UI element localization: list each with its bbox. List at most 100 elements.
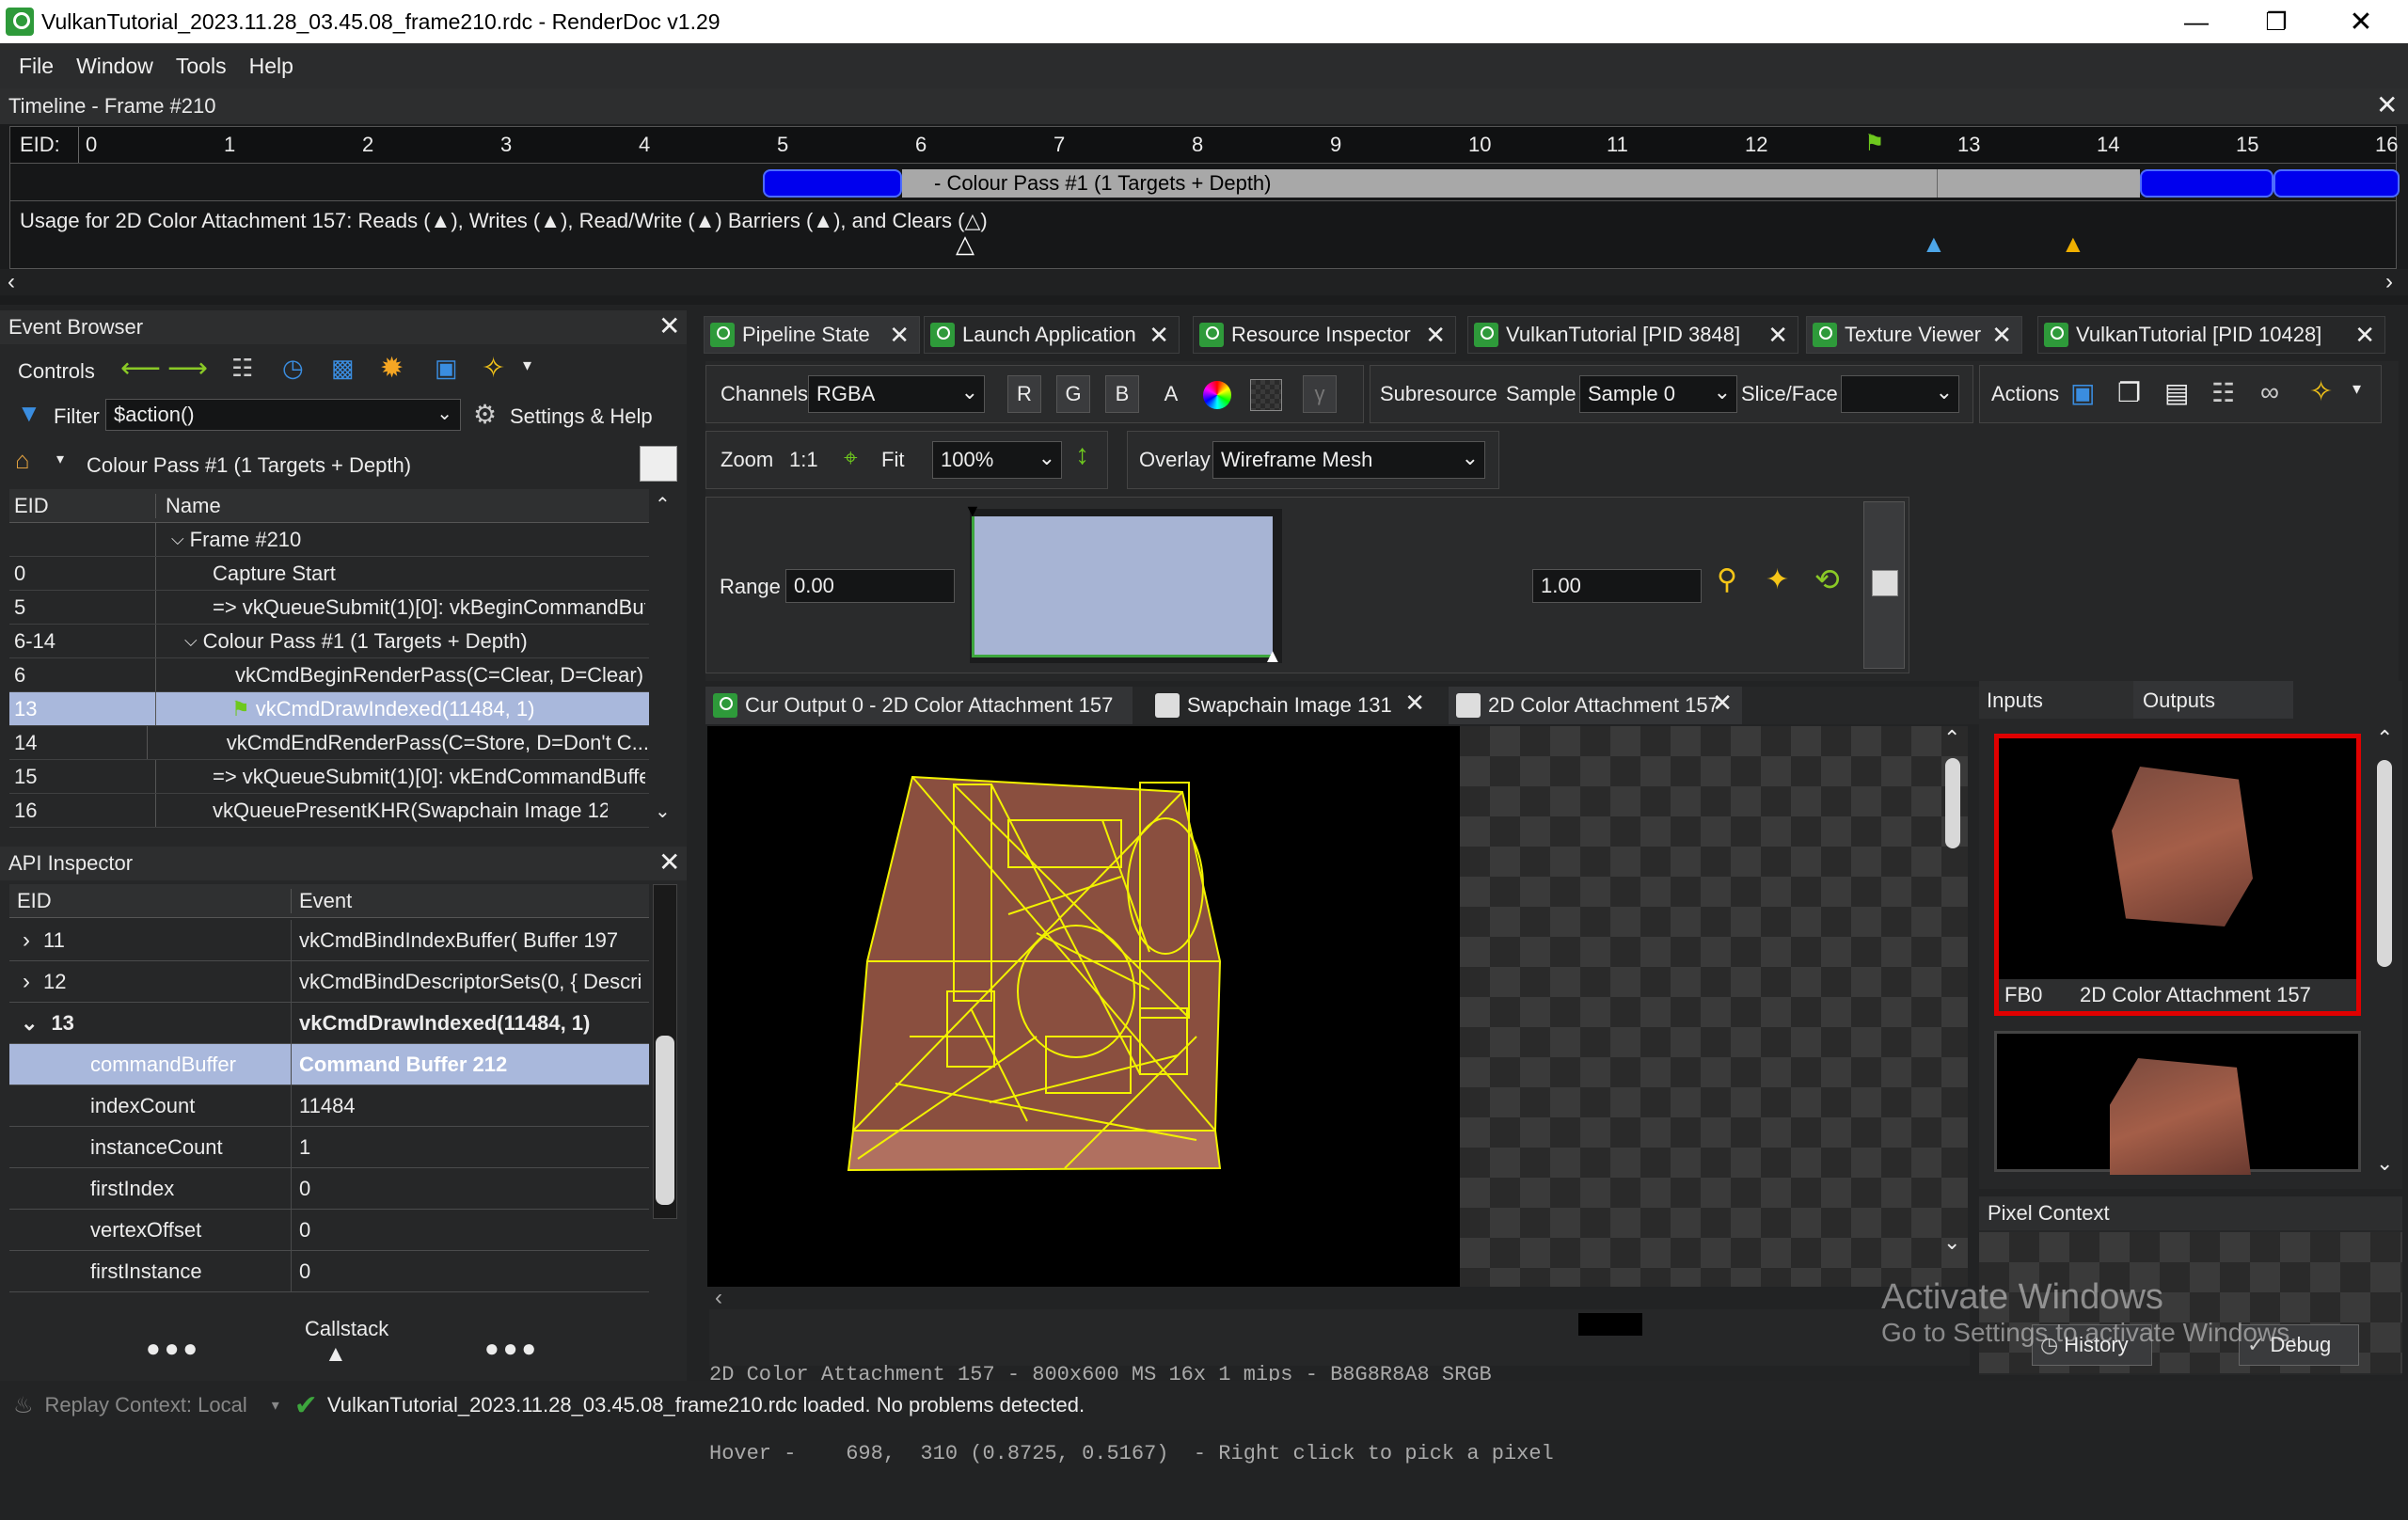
chevron-down-icon[interactable]: ⌄ [1714,380,1731,404]
texture-vscroll[interactable]: ⌃ ⌄ [1940,726,1966,1255]
more-left-icon[interactable]: ●●● [146,1334,201,1363]
scroll-thumb[interactable] [1945,758,1960,848]
filter-input[interactable]: $action() ⌄ [105,399,461,431]
flip-vertical-icon[interactable]: ↕ [1075,439,1089,471]
clock-icon[interactable]: ◷ [282,354,304,383]
open-file-icon[interactable]: ▤ [2164,377,2189,408]
tab-vulkantutorial-3848[interactable]: VulkanTutorial [PID 3848] ✕ [1467,316,1798,354]
histogram[interactable]: ▼ ▲ [964,501,1282,667]
dropdown-arrow-icon[interactable]: ▾ [523,356,531,375]
breadcrumb[interactable]: Colour Pass #1 (1 Targets + Depth) [87,453,411,478]
subtab-cur-output[interactable]: Cur Output 0 - 2D Color Attachment 157 [705,687,1133,724]
maximize-button[interactable]: ❐ [2234,0,2319,43]
previous-arrow-icon[interactable]: ⟵ [120,352,161,385]
reset-icon[interactable]: ⟲ [1814,562,1840,597]
write-marker[interactable]: ▲ [1922,230,1946,259]
scroll-left-icon[interactable]: ‹ [715,1285,722,1311]
bookmark-notes-icon[interactable] [640,446,677,482]
scroll-left-icon[interactable]: ‹ [8,269,15,295]
menu-help[interactable]: Help [249,54,293,79]
filter-dropdown-icon[interactable]: ⌄ [436,402,452,425]
tab-vulkantutorial-10428[interactable]: VulkanTutorial [PID 10428] ✕ [2037,316,2385,354]
timeline-eid-ruler[interactable]: EID: 0 1 2 3 4 5 6 7 8 9 10 11 12 13 14 15 16 [9,126,2398,164]
tab-texture-viewer[interactable]: Texture Viewer ✕ [1806,316,2022,354]
subtab-swapchain[interactable]: Swapchain Image 131 ✕ [1148,687,1434,724]
api-row[interactable]: › 11 vkCmdBindIndexBuffer( Buffer 197 [9,920,649,961]
expand-icon[interactable]: › [9,927,30,954]
param-row[interactable]: vertexOffset 0 [9,1210,649,1251]
expand-icon[interactable]: ⌵ [156,631,198,651]
tab-pipeline-state[interactable]: Pipeline State ✕ [704,316,920,354]
chevron-down-icon[interactable]: ⌄ [1038,446,1055,470]
pass-block[interactable] [763,169,902,198]
channel-r-toggle[interactable]: R [1007,375,1041,413]
api-scrollbar[interactable] [653,884,677,1219]
zoom-select[interactable]: 100% ⌄ [932,441,1062,479]
event-row[interactable]: ⌵ Frame #210 [9,523,649,557]
thumbs-scrollbar[interactable]: ⌃ ⌄ [2372,726,2397,1178]
close-icon[interactable]: ✕ [1149,321,1169,350]
outputs-tab[interactable]: Outputs [2133,681,2293,719]
callstack-up-icon[interactable]: ▲ [325,1341,347,1368]
inputs-tab[interactable]: Inputs [1979,681,2133,719]
event-row[interactable]: 14 vkCmdEndRenderPass(C=Store, D=Don't C.… [9,726,649,760]
range-min-handle-icon[interactable]: ▼ [964,501,981,521]
next-arrow-icon[interactable]: ⟶ [167,352,208,385]
histogram-icon[interactable] [1872,570,1898,596]
close-icon[interactable]: ✕ [1991,321,2012,350]
tab-resource-inspector[interactable]: Resource Inspector ✕ [1193,316,1456,354]
bar-chart-icon[interactable]: ▩ [331,354,355,383]
replay-dropdown-icon[interactable]: ▾ [272,1396,279,1415]
subtab-color-attachment[interactable]: 2D Color Attachment 157 ✕ [1449,687,1742,724]
channel-g-toggle[interactable]: G [1056,375,1090,413]
event-row[interactable]: 6 vkCmdBeginRenderPass(C=Clear, D=Clear) [9,658,649,692]
pass-block[interactable] [2140,169,2273,198]
event-row[interactable]: 6-14 ⌵ Colour Pass #1 (1 Targets + Depth) [9,625,649,658]
timeline-close-icon[interactable]: ✕ [2376,92,2398,119]
home-icon[interactable]: ⌂ [15,446,30,475]
param-row[interactable]: indexCount 11484 [9,1085,649,1127]
event-row[interactable]: 16 vkQueuePresentKHR(Swapchain Image 129 [9,794,649,828]
channels-select[interactable]: RGBA ⌄ [808,375,985,413]
sliceface-select[interactable]: ⌄ [1841,375,1959,413]
timeline-scrollbar[interactable]: ‹ › [0,269,2408,295]
chevron-down-icon[interactable]: ⌄ [1462,446,1479,470]
expand-icon[interactable]: ⌵ [156,530,184,549]
sun-icon[interactable]: ✹ [380,352,404,385]
fit-icon[interactable]: ⌖ [844,443,858,473]
binoculars-icon[interactable]: ☷ [2211,377,2235,408]
zoom-1to1-button[interactable]: 1:1 [789,448,818,472]
copy-icon[interactable]: ❐ [2117,377,2141,408]
scroll-down-icon[interactable]: ⌄ [1943,1230,1960,1255]
histogram-toggle[interactable] [1863,501,1905,669]
dropdown-arrow-icon[interactable]: ▾ [2353,379,2361,399]
save-icon[interactable]: ▣ [435,354,458,383]
event-row[interactable]: 0 Capture Start [9,557,649,591]
clear-marker[interactable]: △ [956,230,974,259]
zoom-range-icon[interactable]: ⚲ [1717,563,1737,596]
scroll-thumb[interactable] [656,1036,674,1205]
close-icon[interactable]: ✕ [2354,321,2375,350]
menu-tools[interactable]: Tools [176,54,227,79]
close-icon[interactable]: ✕ [1404,689,1425,718]
timeline-pass-row[interactable]: - Colour Pass #1 (1 Targets + Depth) [9,164,2400,201]
range-max-input[interactable]: 1.00 [1532,569,1702,603]
scroll-up-icon[interactable]: ⌃ [2376,726,2393,751]
tab-launch-application[interactable]: Launch Application ✕ [924,316,1180,354]
gear-icon[interactable]: ⚙ [473,399,497,430]
pass-tail-bar[interactable] [1937,169,2140,198]
param-row-selected[interactable]: commandBuffer Command Buffer 212 [9,1044,649,1085]
puzzle-icon[interactable]: ✧ [2309,375,2333,408]
scroll-thumb[interactable] [2377,760,2392,967]
callstack-label[interactable]: Callstack [305,1317,388,1341]
channel-a-toggle[interactable]: A [1154,375,1188,413]
more-right-icon[interactable]: ●●● [484,1334,540,1363]
link-icon[interactable]: ∞ [2260,377,2279,407]
close-icon[interactable]: ✕ [1712,689,1733,718]
puzzle-icon[interactable]: ✧ [482,352,505,385]
expand-icon[interactable]: › [9,969,30,995]
overlay-select[interactable]: Wireframe Mesh ⌄ [1212,441,1485,479]
close-icon[interactable]: ✕ [1425,321,1446,350]
channel-b-toggle[interactable]: B [1105,375,1139,413]
gamma-toggle[interactable]: γ [1303,375,1337,413]
